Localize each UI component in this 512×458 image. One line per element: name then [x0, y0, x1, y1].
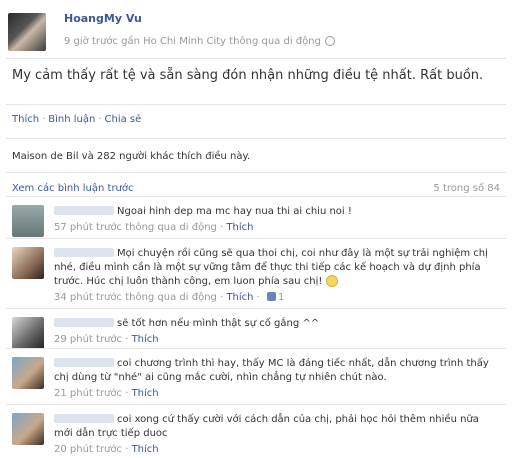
- post-meta-text[interactable]: 9 giờ trước gần Ho Chi Minh City thông q…: [64, 36, 321, 47]
- post-status: My cảm thấy rất tệ và sẵn sàng đón nhận …: [12, 68, 484, 83]
- comment-text: Ngoai hinh dep ma mc hay nua thi ai chiu…: [117, 206, 352, 217]
- commenter-name[interactable]: [54, 318, 114, 327]
- commenter-avatar[interactable]: [12, 317, 44, 349]
- comment-time: 57 phút trước thông qua di động: [54, 222, 217, 233]
- post-meta: 9 giờ trước gần Ho Chi Minh City thông q…: [64, 36, 335, 47]
- comment-item: Ngoai hinh dep ma mc hay nua thi ai chiu…: [6, 196, 506, 238]
- commenter-avatar[interactable]: [12, 357, 44, 389]
- comment-like-button[interactable]: Thích: [132, 388, 159, 399]
- divider: [6, 104, 506, 105]
- thumbs-up-icon: [267, 292, 277, 301]
- commenter-avatar[interactable]: [12, 413, 44, 445]
- like-button[interactable]: Thích: [12, 114, 39, 125]
- globe-icon: [324, 36, 335, 46]
- comment-like-button[interactable]: Thích: [226, 222, 253, 233]
- commenter-avatar[interactable]: [12, 205, 44, 237]
- author-avatar[interactable]: [8, 13, 46, 51]
- comment-item: coi xong cứ thấy cười với cách dẫn của c…: [6, 404, 506, 458]
- comment-like-button[interactable]: Thích: [132, 334, 159, 345]
- comment-item: Mọi chuyện rồi cũng sẽ qua thoi chị, coi…: [6, 238, 506, 308]
- commenter-avatar[interactable]: [12, 247, 44, 279]
- comment-item: sẽ tốt hơn nếu mình thật sự cố gắng ^^ 2…: [6, 308, 506, 349]
- post-actions: Thích · Bình luận · Chia sẻ: [12, 114, 142, 125]
- comment-text: coi chương trình thì hay, thấy MC là đán…: [54, 358, 489, 383]
- divider: [6, 58, 506, 59]
- author-name[interactable]: HoangMy Vu: [64, 12, 142, 25]
- comment-count: 5 trong số 84: [433, 183, 500, 194]
- divider: [6, 138, 506, 139]
- comment-list: Ngoai hinh dep ma mc hay nua thi ai chiu…: [0, 196, 512, 458]
- comment-like-button[interactable]: Thích: [226, 292, 253, 303]
- commenter-name[interactable]: [54, 358, 114, 367]
- commenter-name[interactable]: [54, 206, 114, 215]
- comment-text: Mọi chuyện rồi cũng sẽ qua thoi chị, coi…: [54, 248, 488, 287]
- commenter-name[interactable]: [54, 248, 114, 257]
- smile-emoticon-icon: [326, 275, 339, 287]
- commenter-name[interactable]: [54, 414, 114, 423]
- share-button[interactable]: Chia sẻ: [105, 114, 142, 125]
- comment-button[interactable]: Bình luận: [48, 114, 95, 125]
- comment-time: 34 phút trước thông qua di động: [54, 292, 217, 303]
- comment-time: 21 phút trước: [54, 388, 123, 399]
- comment-like-count[interactable]: 1: [278, 292, 284, 303]
- comment-text: coi xong cứ thấy cười với cách dẫn của c…: [54, 414, 479, 439]
- comment-time: 29 phút trước: [54, 334, 123, 345]
- likes-summary[interactable]: Maison de Bil và 282 người khác thích đi…: [12, 151, 250, 162]
- comment-time: 20 phút trước: [54, 444, 123, 455]
- divider: [6, 172, 506, 173]
- comment-item: coi chương trình thì hay, thấy MC là đán…: [6, 348, 506, 404]
- comment-like-button[interactable]: Thích: [132, 444, 159, 455]
- comment-text: sẽ tốt hơn nếu mình thật sự cố gắng ^^: [117, 318, 320, 329]
- view-previous-comments[interactable]: Xem các bình luận trước: [12, 183, 134, 194]
